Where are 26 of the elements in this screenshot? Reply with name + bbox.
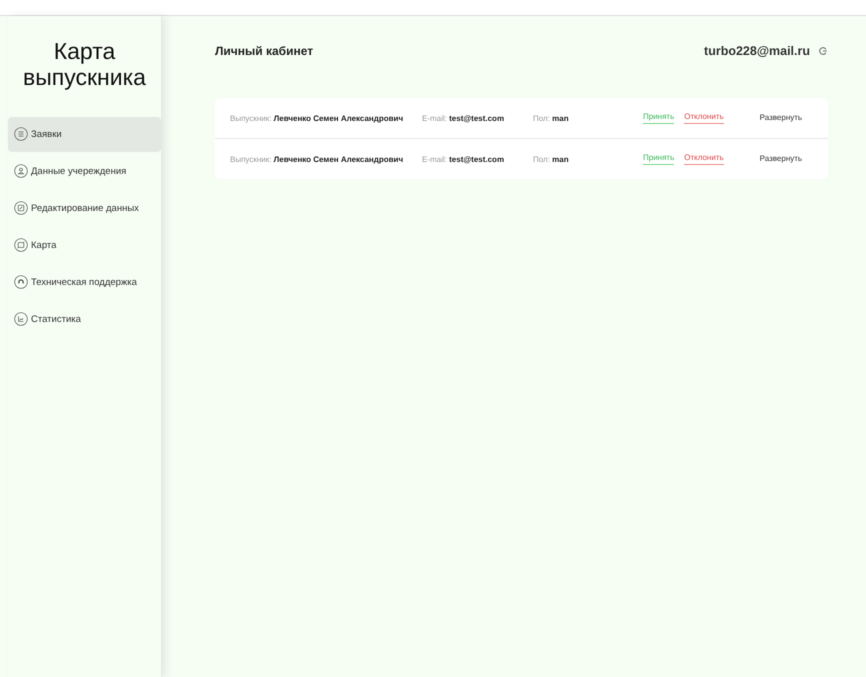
sidebar-item[interactable]: Карта (8, 228, 161, 263)
map-icon (14, 238, 28, 252)
expand-link[interactable]: Развернуть (760, 154, 802, 164)
reject-link[interactable]: Отклонить (684, 153, 724, 165)
list-icon (14, 127, 28, 142)
graduate-field: Выпускник: Левченко Семен Александрович (230, 114, 422, 122)
reject-link[interactable]: Отклонить (684, 112, 724, 124)
page-title: Личный кабинет (215, 44, 314, 58)
gender-field: Пол: man (533, 114, 643, 122)
expand-link[interactable]: Развернуть (760, 112, 802, 124)
sidebar-item[interactable]: Данные учереждения (8, 154, 161, 189)
sidebar-item[interactable]: Редактирование данных (8, 190, 161, 226)
sidebar-item[interactable]: Статистика (8, 302, 161, 337)
user-email: turbo228@mail.ru (704, 44, 810, 58)
email-field: E-mail: test@test.com (422, 114, 533, 122)
email-field: E-mail: test@test.com (422, 154, 533, 164)
gender-field: Пол: man (533, 154, 643, 164)
chart-icon (14, 312, 28, 326)
person-icon (14, 164, 28, 178)
sidebar-item[interactable]: Техническая поддержка (8, 264, 161, 300)
graduate-field: Выпускник: Левченко Семен Александрович (230, 154, 422, 164)
sidebar-item[interactable]: Заявки (8, 116, 161, 152)
logout-icon[interactable] (818, 46, 828, 56)
headset-icon (14, 275, 28, 290)
edit-icon (14, 201, 28, 216)
app-title: Карта выпускника (22, 37, 147, 92)
